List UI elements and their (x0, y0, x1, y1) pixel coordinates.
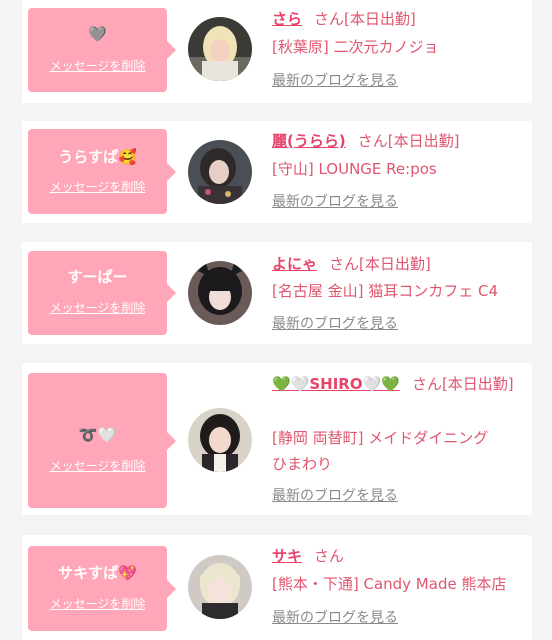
message-bubble: うらすぱ🥰 メッセージを削除 (28, 129, 176, 214)
delete-message-link[interactable]: メッセージを削除 (28, 179, 167, 195)
delete-message-link[interactable]: メッセージを削除 (28, 58, 167, 74)
cast-status: さん (314, 547, 345, 565)
shop-name-line: ひまわり (272, 455, 333, 473)
cast-name-link[interactable]: よにゃ (272, 255, 317, 273)
latest-blog-link[interactable]: 最新のブログを見る (272, 609, 398, 627)
latest-blog-link[interactable]: 最新のブログを見る (272, 315, 398, 333)
avatar[interactable] (188, 408, 252, 472)
message-bubble: サキすぱ💖 メッセージを削除 (28, 546, 176, 631)
cast-status: さん[本日出勤] (314, 10, 416, 28)
delete-message-link[interactable]: メッセージを削除 (28, 300, 167, 316)
list-item: ➰🤍 メッセージを削除 💚🤍SHIRO🤍💚 さん[本日出勤] [静岡 両替町] メ… (22, 363, 532, 515)
message-text: うらすぱ🥰 (58, 148, 137, 166)
list-item: 🩶 メッセージを削除 さら さん[本日出勤] [秋葉原] 二次元カノジョ 最新のブ… (22, 0, 532, 103)
list-item: すーぱー メッセージを削除 よにゃ さん[本日出勤] [名古屋 金山] 猫耳コンカ… (22, 242, 532, 344)
delete-message-link[interactable]: メッセージを削除 (28, 458, 167, 474)
shop-name: [守山] LOUNGE Re:pos (272, 160, 437, 178)
shop-name: [熊本・下通] Candy Made 熊本店 (272, 575, 507, 593)
avatar[interactable] (188, 261, 252, 325)
cast-status: さん[本日出勤] (329, 255, 431, 273)
latest-blog-link[interactable]: 最新のブログを見る (272, 193, 398, 211)
shop-name: [静岡 両替町] メイドダイニング ひまわり (272, 425, 488, 477)
cast-name-line: よにゃ さん[本日出勤] (272, 253, 431, 275)
cast-name-link[interactable]: 💚🤍SHIRO🤍💚 (272, 375, 400, 393)
cast-status: さん[本日出勤] (411, 375, 514, 393)
message-text: 🩶 (88, 25, 107, 43)
cast-name-link[interactable]: さら (272, 10, 302, 28)
message-text: ➰🤍 (78, 426, 117, 444)
message-text: すーぱー (67, 268, 128, 286)
shop-name: [秋葉原] 二次元カノジョ (272, 38, 439, 56)
cast-name-line: 💚🤍SHIRO🤍💚 さん[本日出勤] (272, 373, 514, 395)
avatar[interactable] (188, 140, 252, 204)
latest-blog-link[interactable]: 最新のブログを見る (272, 487, 398, 505)
message-bubble: すーぱー メッセージを削除 (28, 251, 176, 335)
delete-message-link[interactable]: メッセージを削除 (28, 596, 167, 612)
cast-name-line: 麗(うらら) さん[本日出勤] (272, 130, 459, 152)
cast-status: さん[本日出勤] (357, 132, 460, 150)
message-bubble: 🩶 メッセージを削除 (28, 8, 176, 92)
message-bubble: ➰🤍 メッセージを削除 (28, 373, 176, 508)
message-text: サキすぱ💖 (58, 564, 137, 582)
shop-name: [名古屋 金山] 猫耳コンカフェ C4 (272, 282, 499, 300)
cast-name-line: さら さん[本日出勤] (272, 8, 416, 30)
cast-name-link[interactable]: サキ (272, 547, 302, 565)
avatar[interactable] (188, 555, 252, 619)
cast-name-line: サキ さん (272, 545, 344, 567)
cast-name-link[interactable]: 麗(うらら) (272, 132, 346, 150)
latest-blog-link[interactable]: 最新のブログを見る (272, 72, 398, 90)
message-list: 🩶 メッセージを削除 さら さん[本日出勤] [秋葉原] 二次元カノジョ 最新のブ… (0, 0, 552, 640)
avatar[interactable] (188, 17, 252, 81)
list-item: うらすぱ🥰 メッセージを削除 麗(うらら) さん[本日出勤] [守山] LOUNG… (22, 121, 532, 223)
shop-name-line: [静岡 両替町] メイドダイニング (272, 429, 489, 447)
list-item: サキすぱ💖 メッセージを削除 サキ さん [熊本・下通] Candy Made 熊… (22, 535, 532, 640)
